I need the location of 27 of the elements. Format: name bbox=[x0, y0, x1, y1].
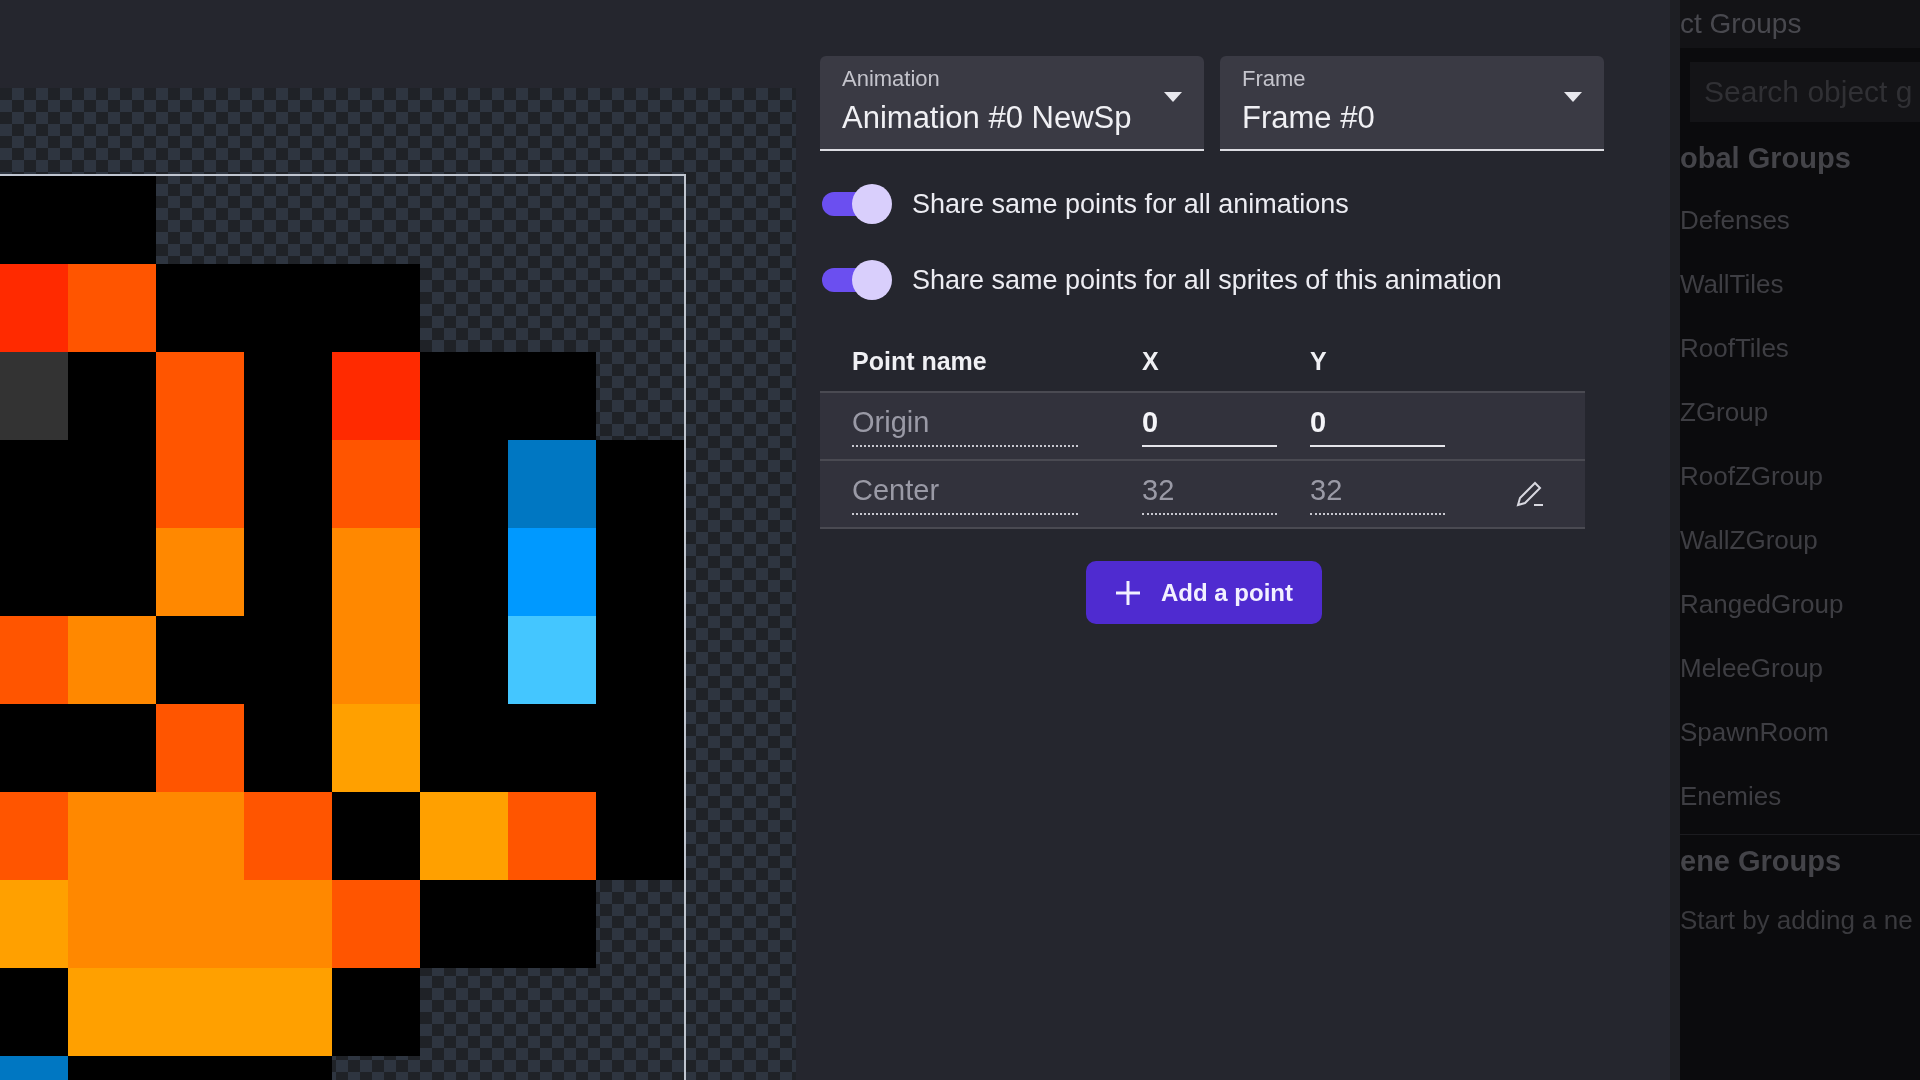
plus-icon bbox=[1115, 579, 1141, 606]
input-field[interactable]: 32 bbox=[1142, 473, 1277, 515]
input-field[interactable]: 0 bbox=[1310, 405, 1445, 447]
toggle-switch[interactable] bbox=[820, 182, 892, 226]
input-field[interactable]: 0 bbox=[1142, 405, 1277, 447]
column-header: X bbox=[1142, 346, 1160, 376]
dropdown-label: Animation bbox=[842, 66, 941, 92]
column-header: Point name bbox=[851, 346, 988, 376]
column-header: Y bbox=[1310, 346, 1328, 376]
section-title: obal Groups bbox=[1680, 142, 1852, 176]
toggle-switch[interactable] bbox=[820, 258, 892, 302]
dropdown-value: Frame #0 bbox=[1242, 100, 1375, 136]
dropdown-value: Animation #0 NewSp bbox=[842, 100, 1132, 136]
caret-icon bbox=[1164, 92, 1182, 102]
input-field[interactable]: 32 bbox=[1310, 473, 1445, 515]
input-field[interactable]: Center bbox=[852, 473, 1078, 515]
toggle-label: Share same points for all animations bbox=[912, 188, 1349, 220]
add-point-button[interactable]: Add a point bbox=[1086, 561, 1322, 624]
panel-title: ct Groups bbox=[1680, 8, 1802, 40]
dropdown[interactable]: Animation Animation #0 NewSp bbox=[820, 56, 1204, 151]
pencil-icon[interactable] bbox=[1515, 479, 1545, 509]
section-title: ene Groups bbox=[1680, 845, 1843, 879]
dropdown-label: Frame bbox=[1242, 66, 1307, 92]
dropdown[interactable]: Frame Frame #0 bbox=[1220, 56, 1604, 151]
toggle-label: Share same points for all sprites of this animation bbox=[912, 264, 1502, 296]
input-field[interactable]: Origin bbox=[852, 405, 1078, 447]
caret-icon bbox=[1564, 92, 1582, 102]
